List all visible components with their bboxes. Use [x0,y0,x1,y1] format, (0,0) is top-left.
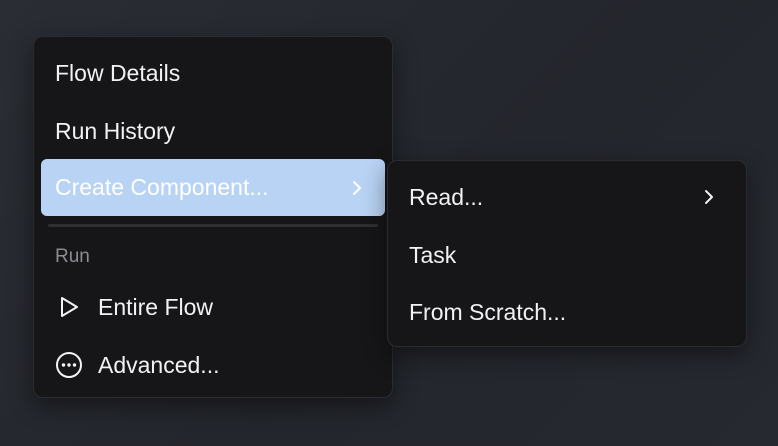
menu-item-flow-details[interactable]: Flow Details [41,45,385,101]
submenu-item-from-scratch[interactable]: From Scratch... [395,284,739,340]
chevron-right-icon [349,180,365,196]
menu-item-entire-flow[interactable]: Entire Flow [41,279,385,335]
menu-item-label: Create Component... [55,174,269,200]
submenu-item-read[interactable]: Read... [395,169,739,225]
menu-item-label: From Scratch... [409,298,567,325]
submenu-create-component: Read... Task From Scratch... [387,160,747,347]
menu-separator [48,224,378,227]
section-label-run: Run [55,246,90,267]
menu-item-create-component[interactable]: Create Component... [41,159,385,216]
menu-item-label: Flow Details [55,59,181,86]
chevron-right-icon [701,189,717,205]
submenu-item-task[interactable]: Task [395,227,739,283]
play-icon [55,293,83,321]
more-circle-icon [55,351,83,379]
context-menu: Flow Details Run History Create Componen… [33,36,393,398]
menu-item-label: Entire Flow [98,293,214,320]
menu-item-label: Read... [409,183,484,210]
menu-item-label: Advanced... [98,351,220,378]
menu-item-label: Task [409,241,457,268]
menu-item-label: Run History [55,117,176,144]
menu-item-advanced[interactable]: Advanced... [41,337,385,393]
menu-item-run-history[interactable]: Run History [41,103,385,159]
